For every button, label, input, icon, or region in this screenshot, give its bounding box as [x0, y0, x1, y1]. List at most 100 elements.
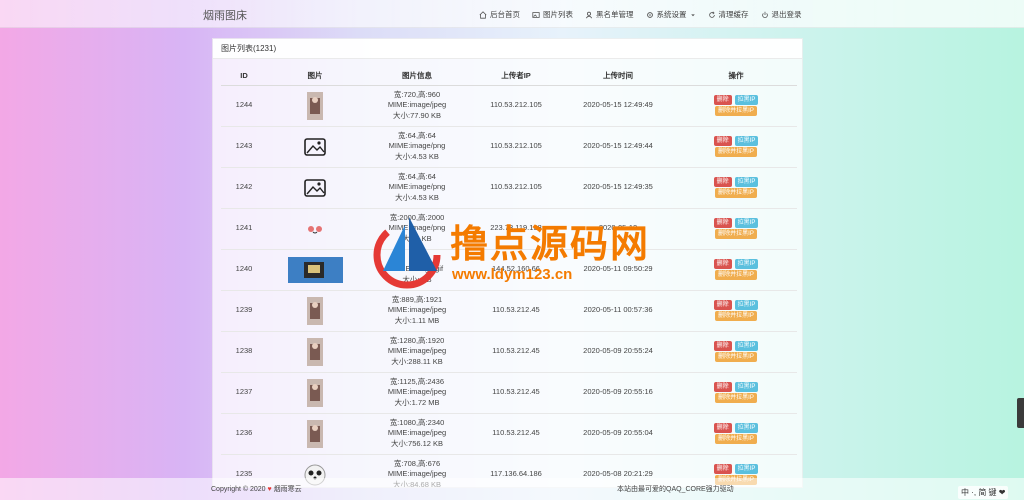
info-dimensions: 宽:64,高:64: [398, 130, 436, 140]
image-icon: [532, 11, 540, 18]
delete-button[interactable]: 删除: [713, 382, 732, 392]
ban-ip-button[interactable]: 拉黑IP: [734, 341, 759, 351]
author-link[interactable]: 烟雨寒云: [274, 486, 302, 493]
site-brand[interactable]: 烟雨图床: [203, 7, 247, 23]
delete-and-ban-button[interactable]: 删除并拉黑IP: [715, 352, 757, 362]
delete-and-ban-button[interactable]: 删除并拉黑IP: [715, 106, 757, 116]
cell-info: 宽:2000,高:2000 MIME:image/png 大小: KB: [363, 208, 471, 250]
cell-ip: 223.73.119.138: [471, 208, 561, 250]
side-float-tab[interactable]: [1017, 398, 1024, 428]
panel-title: 图片列表(1231): [213, 39, 802, 59]
thumbnail: [307, 296, 323, 325]
cell-info: 宽:889,高:1921 MIME:image/jpeg 大小:1.11 MB: [363, 290, 471, 332]
ban-ip-button[interactable]: 拉黑IP: [734, 423, 759, 433]
ban-ip-button[interactable]: 拉黑IP: [734, 382, 759, 392]
nav-logout[interactable]: 退出登录: [761, 9, 802, 20]
table-row: 1241 宽:2000,高:2000 MIME:image/png 大小: KB 223…: [221, 208, 797, 250]
cell-info: 宽:1080,高:2340 MIME:image/jpeg 大小:756.12 KB: [363, 413, 471, 455]
delete-button[interactable]: 删除: [713, 341, 732, 351]
cell-ip: 144.52.160.66: [471, 249, 561, 291]
chevron-down-icon: [690, 13, 695, 16]
col-id: ID: [221, 67, 267, 86]
info-dimensions: 宽:708,高:676: [393, 458, 441, 468]
ban-ip-button[interactable]: 拉黑IP: [734, 218, 759, 228]
delete-and-ban-button[interactable]: 删除并拉黑IP: [715, 188, 757, 198]
table-row: 1239 宽:889,高:1921 MIME:image/jpeg 大小:1.11 M…: [221, 290, 797, 332]
ban-ip-button[interactable]: 拉黑IP: [734, 300, 759, 310]
ban-ip-button[interactable]: 拉黑IP: [734, 136, 759, 146]
nav-dashboard[interactable]: 后台首页: [479, 9, 520, 20]
cell-ip: 110.53.212.105: [471, 126, 561, 168]
cell-thumbnail[interactable]: [267, 372, 363, 414]
cell-id: 1241: [221, 208, 267, 250]
cell-actions: 删除拉黑IP删除并拉黑IP: [675, 413, 797, 455]
cell-thumbnail[interactable]: [267, 249, 363, 291]
delete-and-ban-button[interactable]: 删除并拉黑IP: [715, 434, 757, 444]
cell-id: 1243: [221, 126, 267, 168]
nav-dashboard-label: 后台首页: [490, 10, 520, 19]
cell-info: 宽: MIME:image/gif 大小: KB: [363, 249, 471, 291]
cell-time: 2020-05-15 12:49:49: [561, 85, 675, 127]
info-dimensions: 宽:1080,高:2340: [389, 417, 445, 427]
cell-time: 2020-05-11 00:57:36: [561, 290, 675, 332]
nav-clear-cache[interactable]: 清理缓存: [708, 9, 749, 20]
delete-and-ban-button[interactable]: 删除并拉黑IP: [715, 270, 757, 280]
table-row: 1242 宽:64,高:64 MIME:image/png 大小:4.53 KB 110…: [221, 167, 797, 209]
thumbnail: [307, 337, 323, 366]
cell-thumbnail[interactable]: [267, 167, 363, 209]
powered-by: 本站由最可爱的QAQ_CORE强力驱动: [617, 486, 734, 493]
cell-id: 1236: [221, 413, 267, 455]
cell-ip: 110.53.212.45: [471, 413, 561, 455]
info-size: 大小:77.90 KB: [393, 110, 441, 120]
info-dimensions: 宽:1125,高:2436: [389, 376, 445, 386]
ime-toolbar[interactable]: 中 ·, 简 键 ❤: [958, 486, 1009, 499]
ban-ip-button[interactable]: 拉黑IP: [734, 464, 759, 474]
info-size: 大小:288.11 KB: [391, 356, 443, 366]
image-list-panel: 图片列表(1231) ID 图片 图片信息 上传者IP 上传时间 操作 1244…: [212, 38, 803, 488]
delete-button[interactable]: 删除: [713, 177, 732, 187]
footer: Copyright © 2020 ♥ 烟雨寒云 本站由最可爱的QAQ_CORE强…: [0, 478, 1024, 500]
cell-thumbnail[interactable]: [267, 126, 363, 168]
cell-thumbnail[interactable]: [267, 413, 363, 455]
user-icon: [585, 11, 593, 18]
heart-icon: ♥: [267, 486, 272, 493]
cell-thumbnail[interactable]: [267, 331, 363, 373]
nav-image-list[interactable]: 图片列表: [532, 9, 573, 20]
table-row: 1238 宽:1280,高:1920 MIME:image/jpeg 大小:288.1…: [221, 331, 797, 373]
delete-button[interactable]: 删除: [713, 300, 732, 310]
delete-button[interactable]: 删除: [713, 423, 732, 433]
info-size: 大小: KB: [402, 274, 432, 284]
info-size: 大小: KB: [402, 233, 432, 243]
ban-ip-button[interactable]: 拉黑IP: [734, 259, 759, 269]
cell-info: 宽:1125,高:2436 MIME:image/jpeg 大小:1.72 MB: [363, 372, 471, 414]
copyright: Copyright © 2020 ♥ 烟雨寒云: [211, 484, 302, 494]
delete-button[interactable]: 删除: [713, 464, 732, 474]
cell-thumbnail[interactable]: [267, 85, 363, 127]
cell-thumbnail[interactable]: [267, 290, 363, 332]
nav-settings[interactable]: 系统设置: [646, 9, 696, 20]
cell-ip: 110.53.212.45: [471, 290, 561, 332]
info-size: 大小:1.11 MB: [394, 315, 440, 325]
delete-and-ban-button[interactable]: 删除并拉黑IP: [715, 229, 757, 239]
gear-icon: [646, 11, 653, 18]
thumbnail: [307, 378, 323, 407]
thumbnail: [307, 419, 323, 448]
nav-blacklist[interactable]: 黑名单管理: [585, 9, 634, 20]
cell-ip: 110.53.212.45: [471, 372, 561, 414]
delete-button[interactable]: 删除: [713, 136, 732, 146]
cell-thumbnail[interactable]: [267, 208, 363, 250]
cell-time: 2020-05-09 20:55:16: [561, 372, 675, 414]
delete-and-ban-button[interactable]: 删除并拉黑IP: [715, 311, 757, 321]
delete-and-ban-button[interactable]: 删除并拉黑IP: [715, 393, 757, 403]
delete-and-ban-button[interactable]: 删除并拉黑IP: [715, 147, 757, 157]
nav-blacklist-label: 黑名单管理: [596, 10, 634, 19]
nav-settings-label: 系统设置: [656, 10, 687, 19]
cell-id: 1239: [221, 290, 267, 332]
delete-button[interactable]: 删除: [713, 218, 732, 228]
info-dimensions: 宽:64,高:64: [398, 171, 436, 181]
ban-ip-button[interactable]: 拉黑IP: [734, 95, 759, 105]
delete-button[interactable]: 删除: [713, 95, 732, 105]
info-mime: MIME:image/gif: [390, 264, 444, 274]
delete-button[interactable]: 删除: [713, 259, 732, 269]
ban-ip-button[interactable]: 拉黑IP: [734, 177, 759, 187]
